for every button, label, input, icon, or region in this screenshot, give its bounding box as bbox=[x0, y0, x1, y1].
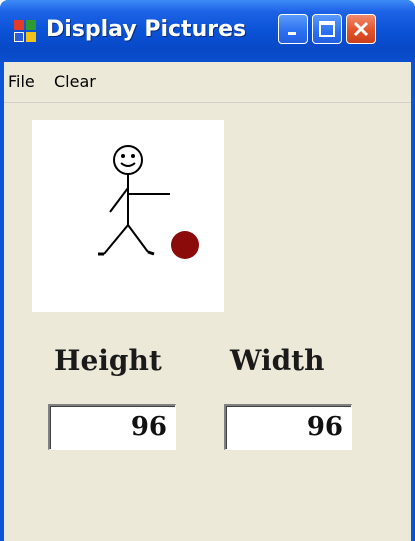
window-title: Display Pictures bbox=[46, 17, 247, 42]
width-label: Width bbox=[230, 344, 325, 377]
height-label: Height bbox=[54, 344, 162, 377]
stick-figure-with-ball-image bbox=[98, 145, 199, 259]
menu-file[interactable]: File bbox=[8, 72, 35, 91]
maximize-button[interactable] bbox=[312, 14, 342, 44]
menu-bar: File Clear bbox=[4, 62, 411, 103]
height-value-field: 96 bbox=[48, 404, 176, 450]
width-value-field: 96 bbox=[224, 404, 352, 450]
icon-quadrant-green bbox=[26, 20, 36, 30]
picture-box bbox=[32, 120, 224, 312]
minimize-icon bbox=[288, 32, 296, 35]
menu-clear[interactable]: Clear bbox=[54, 72, 96, 91]
app-window-icon[interactable] bbox=[14, 20, 36, 42]
icon-quadrant-blue bbox=[14, 32, 24, 42]
icon-quadrant-yellow bbox=[26, 32, 36, 42]
minimize-button[interactable] bbox=[278, 14, 308, 44]
title-bar[interactable]: Display Pictures bbox=[0, 0, 415, 62]
client-area: File Clear Height Width 96 96 bbox=[4, 62, 411, 541]
ball-shape bbox=[171, 231, 199, 259]
close-button[interactable] bbox=[346, 14, 376, 44]
maximize-icon bbox=[319, 21, 335, 37]
app-window: Display Pictures File Clear Height Width… bbox=[0, 0, 415, 541]
icon-quadrant-red bbox=[14, 20, 24, 30]
close-icon bbox=[353, 21, 369, 37]
